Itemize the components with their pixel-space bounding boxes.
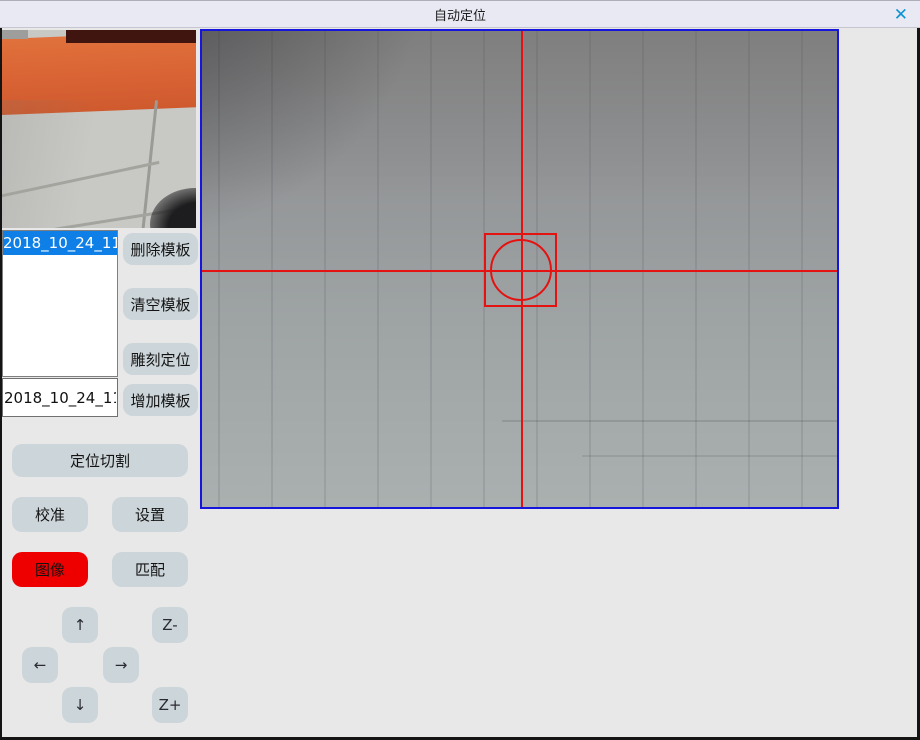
target-circle [490, 239, 552, 301]
template-list-item[interactable]: 2018_10_24_11 [3, 231, 117, 255]
image-button[interactable]: 图像 [12, 552, 88, 587]
camera-view[interactable] [200, 29, 839, 509]
jog-right-button[interactable]: → [103, 647, 139, 683]
z-minus-button[interactable]: Z- [152, 607, 188, 643]
arrow-right-icon: → [115, 656, 128, 674]
delete-template-button[interactable]: 删除模板 [123, 233, 198, 265]
jog-left-button[interactable]: ← [22, 647, 58, 683]
titlebar: 自动定位 ✕ [0, 0, 920, 28]
jog-down-button[interactable]: ↓ [62, 687, 98, 723]
window-title: 自动定位 [434, 5, 486, 24]
camera-grout-line [582, 455, 837, 457]
clear-template-button[interactable]: 清空模板 [123, 288, 198, 320]
window-border [0, 28, 2, 740]
template-list[interactable]: 2018_10_24_11 [2, 230, 118, 377]
arrow-up-icon: ↑ [74, 616, 87, 634]
jog-up-button[interactable]: ↑ [62, 607, 98, 643]
z-plus-button[interactable]: Z+ [152, 687, 188, 723]
arrow-left-icon: ← [34, 656, 47, 674]
auto-position-window: 自动定位 ✕ 2018_10_24_11 删除模板 清空模板 雕刻定位 增加模板… [0, 0, 920, 740]
settings-button[interactable]: 设置 [112, 497, 188, 532]
template-thumbnail [2, 30, 196, 228]
camera-grout-line [502, 420, 837, 422]
match-button[interactable]: 匹配 [112, 552, 188, 587]
arrow-down-icon: ↓ [74, 696, 87, 714]
thumbnail-gray-strip [2, 30, 28, 39]
add-template-button[interactable]: 增加模板 [123, 384, 198, 416]
close-icon[interactable]: ✕ [894, 4, 908, 26]
position-cut-button[interactable]: 定位切割 [12, 444, 188, 477]
calibrate-button[interactable]: 校准 [12, 497, 88, 532]
engrave-position-button[interactable]: 雕刻定位 [123, 343, 198, 375]
template-name-input[interactable] [2, 378, 118, 417]
thumbnail-dark-strip [66, 30, 196, 43]
